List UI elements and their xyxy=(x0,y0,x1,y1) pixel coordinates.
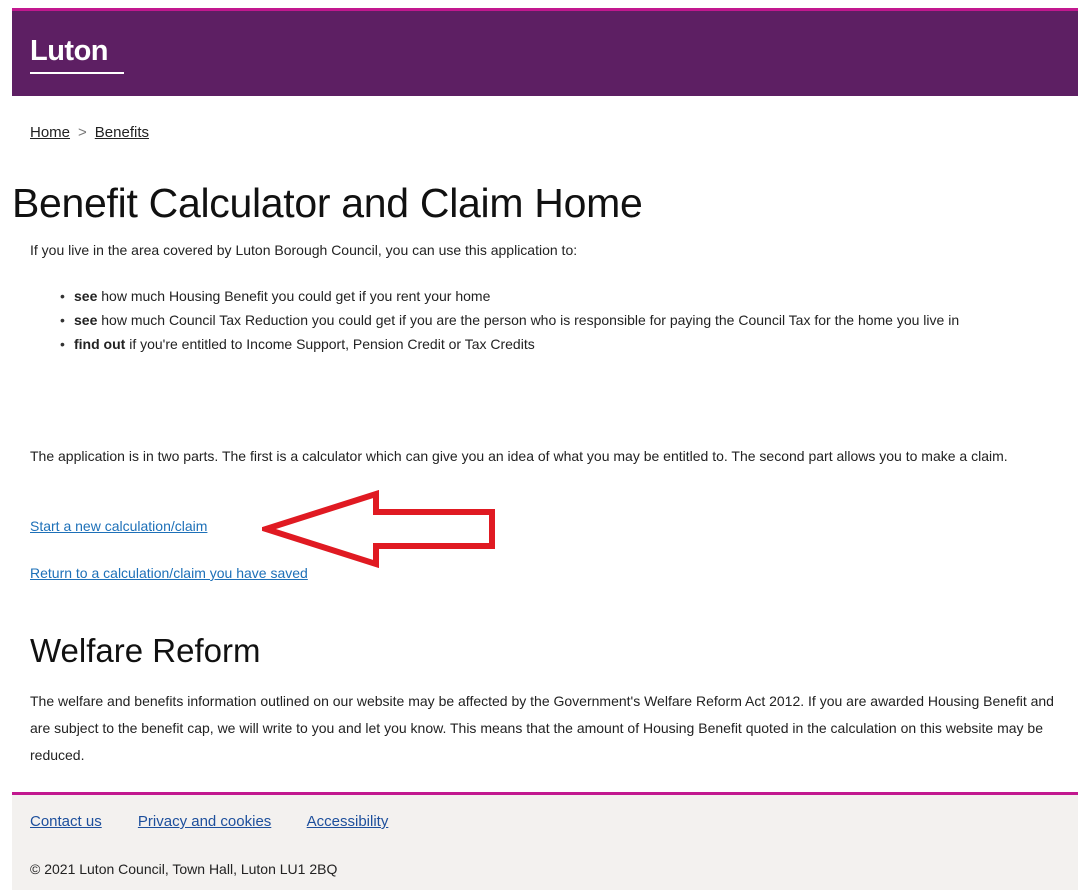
list-item: find out if you're entitled to Income Su… xyxy=(30,332,1050,356)
breadcrumb-home-link[interactable]: Home xyxy=(30,124,70,141)
list-item-bold: see xyxy=(74,288,98,304)
welfare-reform-heading: Welfare Reform xyxy=(30,632,261,669)
list-item-bold: see xyxy=(74,312,98,328)
logo-underline xyxy=(30,72,124,74)
return-saved-calculation-link[interactable]: Return to a calculation/claim you have s… xyxy=(30,565,308,581)
intro-text: If you live in the area covered by Luton… xyxy=(30,242,578,258)
application-parts-text: The application is in two parts. The fir… xyxy=(30,448,1008,464)
site-footer: Contact us Privacy and cookies Accessibi… xyxy=(12,792,1078,890)
red-arrow-annotation xyxy=(262,490,495,568)
breadcrumb: Home > Benefits xyxy=(30,124,149,141)
list-item-text: how much Housing Benefit you could get i… xyxy=(97,288,491,304)
list-item-text: how much Council Tax Reduction you could… xyxy=(97,312,960,328)
arrow-shape xyxy=(262,490,495,568)
welfare-reform-text: The welfare and benefits information out… xyxy=(30,693,1054,763)
accessibility-link[interactable]: Accessibility xyxy=(307,813,389,830)
list-item: see how much Housing Benefit you could g… xyxy=(30,284,1050,308)
start-new-calculation-link[interactable]: Start a new calculation/claim xyxy=(30,518,207,534)
list-item: see how much Council Tax Reduction you c… xyxy=(30,308,1050,332)
feature-list: see how much Housing Benefit you could g… xyxy=(30,284,1050,356)
page-title: Benefit Calculator and Claim Home xyxy=(12,180,643,226)
contact-us-link[interactable]: Contact us xyxy=(30,813,102,830)
list-item-bold: find out xyxy=(74,336,126,352)
footer-links: Contact us Privacy and cookies Accessibi… xyxy=(30,813,420,830)
list-item-text: if you're entitled to Income Support, Pe… xyxy=(125,336,535,352)
site-header: Luton xyxy=(12,8,1078,96)
copyright-text: © 2021 Luton Council, Town Hall, Luton L… xyxy=(30,861,338,877)
page: Luton Home > Benefits Benefit Calculator a… xyxy=(0,0,1078,890)
privacy-cookies-link[interactable]: Privacy and cookies xyxy=(138,813,271,830)
breadcrumb-benefits-link[interactable]: Benefits xyxy=(95,124,149,141)
luton-logo[interactable]: Luton xyxy=(30,35,109,68)
breadcrumb-separator: > xyxy=(78,124,87,141)
